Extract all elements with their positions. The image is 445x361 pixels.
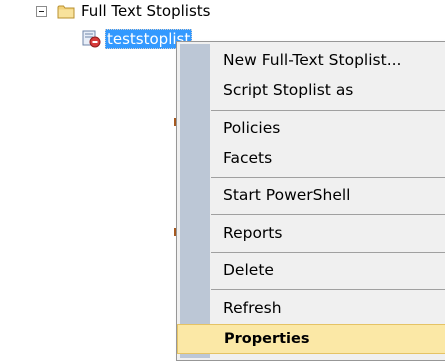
collapse-toggle-icon[interactable] [36, 5, 47, 17]
menu-item-delete[interactable]: Delete [211, 255, 445, 285]
menu-item-refresh[interactable]: Refresh [211, 293, 445, 323]
menu-item-facets[interactable]: Facets [211, 143, 445, 173]
tree-node-full-text-stoplists[interactable]: Full Text Stoplists [36, 0, 210, 22]
menu-item-label: New Full-Text Stoplist... [223, 51, 402, 69]
folder-icon [57, 5, 75, 18]
menu-item-label: Delete [223, 261, 274, 279]
stoplist-icon [82, 30, 101, 48]
menu-separator [211, 214, 445, 215]
menu-item-reports[interactable]: Reports [211, 218, 445, 248]
menu-item-policies[interactable]: Policies [211, 113, 445, 143]
menu-icon-gutter [180, 44, 210, 358]
context-menu: New Full-Text Stoplist... Script Stoplis… [176, 41, 445, 361]
menu-item-label: Reports [223, 224, 283, 242]
menu-separator [211, 177, 445, 178]
menu-item-label: Script Stoplist as [223, 81, 354, 99]
menu-item-label: Properties [224, 331, 310, 347]
tree-node-label: Full Text Stoplists [81, 2, 211, 20]
menu-item-properties[interactable]: Properties [177, 324, 445, 354]
menu-item-script-stoplist-as[interactable]: Script Stoplist as [211, 75, 445, 105]
menu-separator [211, 110, 445, 111]
menu-item-label: Policies [223, 119, 281, 137]
menu-separator [211, 252, 445, 253]
menu-separator [211, 289, 445, 290]
menu-item-start-powershell[interactable]: Start PowerShell [211, 180, 445, 210]
menu-item-new-full-text-stoplist[interactable]: New Full-Text Stoplist... [211, 45, 445, 75]
menu-item-label: Refresh [223, 299, 282, 317]
menu-item-label: Start PowerShell [223, 186, 351, 204]
menu-item-label: Facets [223, 149, 273, 167]
